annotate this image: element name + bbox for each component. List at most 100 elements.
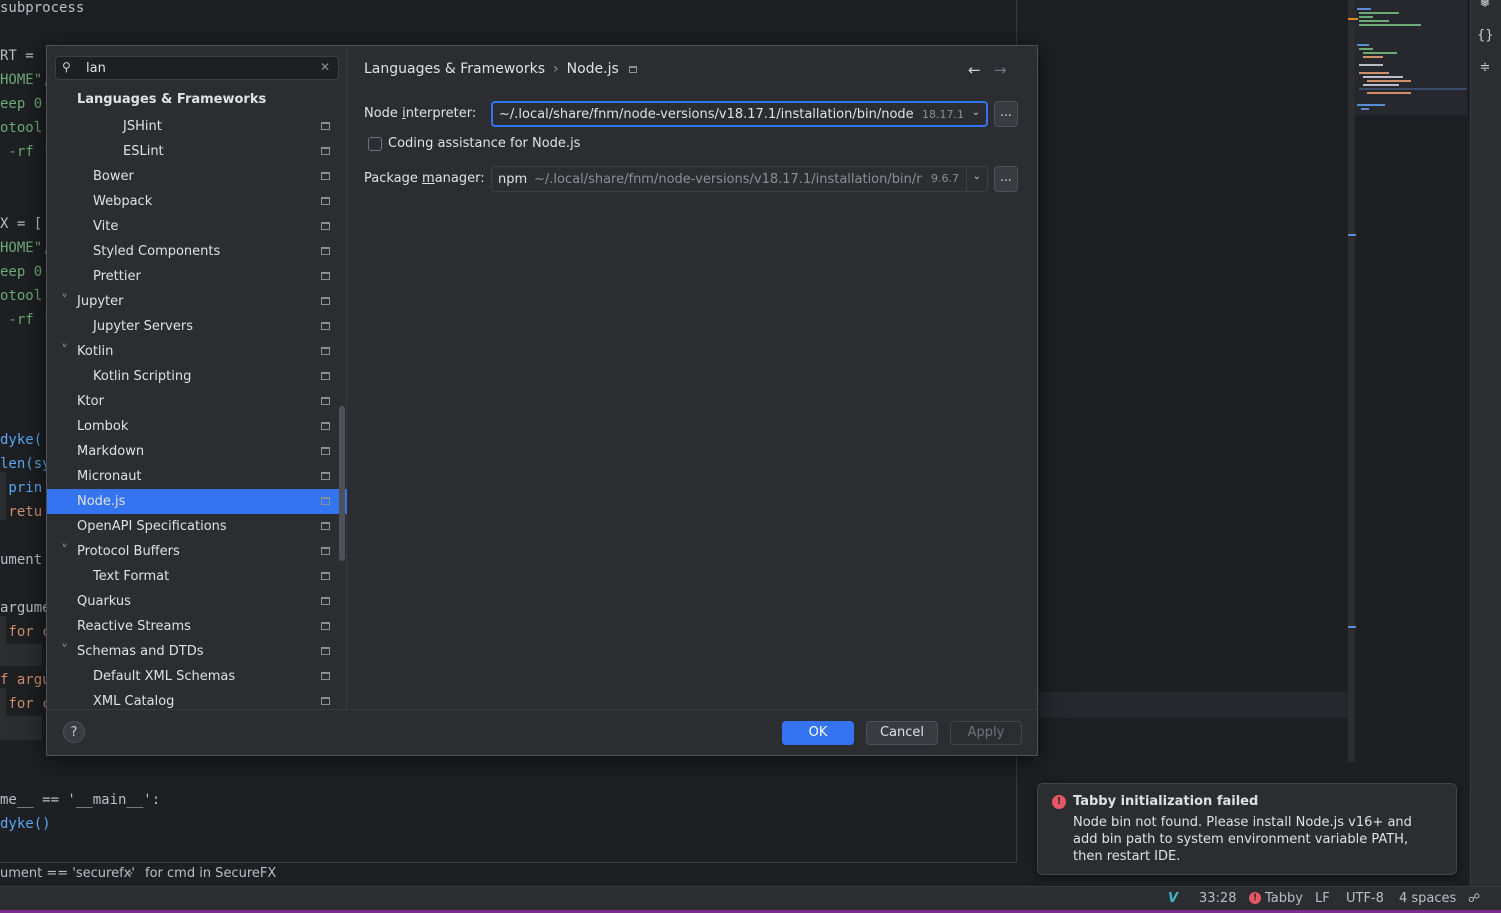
tree-item-label: Text Format bbox=[93, 569, 170, 584]
tree-item-quarkus[interactable]: Quarkus bbox=[47, 589, 347, 614]
code-line[interactable]: retu bbox=[0, 504, 42, 520]
help-button[interactable]: ? bbox=[63, 721, 85, 743]
clear-search-icon[interactable]: ✕ bbox=[320, 60, 330, 74]
tree-header[interactable]: Languages & Frameworks bbox=[77, 92, 266, 107]
tree-item-prettier[interactable]: Prettier bbox=[47, 264, 347, 289]
tree-item-reactive-streams[interactable]: Reactive Streams bbox=[47, 614, 347, 639]
project-scope-icon bbox=[321, 172, 330, 180]
settings-search[interactable]: ⚲ ✕ bbox=[55, 56, 339, 80]
indent-setting[interactable]: 4 spaces bbox=[1399, 891, 1456, 906]
file-encoding[interactable]: UTF-8 bbox=[1346, 891, 1384, 906]
code-line[interactable]: len(sy bbox=[0, 456, 51, 472]
lock-icon[interactable]: ☍ bbox=[1468, 891, 1480, 905]
forward-arrow-icon[interactable]: → bbox=[994, 61, 1007, 79]
tree-item-webpack[interactable]: Webpack bbox=[47, 189, 347, 214]
code-line[interactable]: eep 0 bbox=[0, 96, 42, 112]
tree-item-protocol-buffers[interactable]: ˅ Protocol Buffers bbox=[47, 539, 347, 564]
tree-item-markdown[interactable]: Markdown bbox=[47, 439, 347, 464]
tree-scrollbar[interactable] bbox=[339, 406, 345, 561]
package-manager-combo[interactable]: npm ~/.local/share/fnm/node-versions/v18… bbox=[491, 166, 988, 192]
coding-assistance-label[interactable]: Coding assistance for Node.js bbox=[388, 136, 580, 151]
project-scope-icon bbox=[321, 272, 330, 280]
cursor-position[interactable]: 33:28 bbox=[1199, 891, 1236, 906]
editor-scrollbar[interactable] bbox=[1348, 0, 1358, 762]
tree-item-kotlin-scripting[interactable]: Kotlin Scripting bbox=[47, 364, 347, 389]
package-manager-browse-button[interactable]: ... bbox=[994, 166, 1018, 192]
tree-item-eslint[interactable]: ESLint bbox=[47, 139, 347, 164]
chevron-down-icon[interactable]: ˅ bbox=[61, 639, 68, 664]
notification-body: Node bin not found. Please install Node.… bbox=[1073, 815, 1412, 864]
node-interpreter-combo[interactable]: ~/.local/share/fnm/node-versions/v18.17.… bbox=[491, 101, 988, 127]
tree-item-text-format[interactable]: Text Format bbox=[47, 564, 347, 589]
tree-item-styled-components[interactable]: Styled Components bbox=[47, 239, 347, 264]
tree-item-micronaut[interactable]: Micronaut bbox=[47, 464, 347, 489]
settings-tree-panel: ⚲ ✕ Languages & Frameworks JSHint ESLint B… bbox=[47, 46, 347, 709]
code-line[interactable]: -rf ' bbox=[0, 312, 50, 328]
tree-item-node-js[interactable]: Node.js bbox=[47, 489, 347, 514]
tree-item-jshint[interactable]: JSHint bbox=[47, 114, 347, 139]
tree-item-jupyter[interactable]: ˅ Jupyter bbox=[47, 289, 347, 314]
code-line[interactable]: prin bbox=[0, 480, 42, 496]
settings-search-input[interactable] bbox=[86, 59, 306, 77]
apply-button[interactable]: Apply bbox=[950, 721, 1022, 745]
crumb-separator: › bbox=[553, 61, 559, 77]
project-scope-icon bbox=[321, 622, 330, 630]
profiler-icon[interactable]: ≑ bbox=[1477, 60, 1493, 76]
chevron-down-icon[interactable]: ˅ bbox=[61, 539, 68, 564]
error-icon: ! bbox=[1052, 795, 1066, 809]
code-line[interactable]: subprocess bbox=[0, 0, 84, 16]
ai-assistant-icon[interactable]: ❅ bbox=[1477, 0, 1493, 12]
code-line[interactable]: eep 0 bbox=[0, 264, 42, 280]
coding-assistance-checkbox[interactable] bbox=[368, 137, 382, 151]
line-separator[interactable]: LF bbox=[1315, 891, 1330, 906]
tree-item-jupyter-servers[interactable]: Jupyter Servers bbox=[47, 314, 347, 339]
code-line[interactable]: for c bbox=[0, 624, 50, 640]
tree-item-ktor[interactable]: Ktor bbox=[47, 389, 347, 414]
minimap[interactable] bbox=[1355, 0, 1467, 115]
tabby-status[interactable]: Tabby bbox=[1265, 891, 1303, 906]
chevron-down-icon[interactable]: ˅ bbox=[61, 339, 68, 364]
code-line[interactable]: for c bbox=[0, 696, 50, 712]
vim-icon[interactable]: V bbox=[1168, 891, 1178, 906]
code-line[interactable]: HOME", bbox=[0, 72, 51, 88]
package-manager-name: npm bbox=[498, 172, 528, 187]
breadcrumb-item[interactable]: ument == 'securefx' bbox=[0, 866, 135, 881]
code-line[interactable]: otool bbox=[0, 288, 42, 304]
error-notification[interactable]: ! Tabby initialization failed Node bin n… bbox=[1037, 783, 1457, 875]
ok-button[interactable]: OK bbox=[782, 721, 854, 745]
cancel-button[interactable]: Cancel bbox=[866, 721, 938, 745]
tree-item-bower[interactable]: Bower bbox=[47, 164, 347, 189]
project-scope-icon bbox=[321, 322, 330, 330]
code-line[interactable]: HOME", bbox=[0, 240, 51, 256]
settings-breadcrumb: Languages & Frameworks › Node.js bbox=[364, 61, 637, 77]
code-line[interactable]: X = [ bbox=[0, 216, 42, 232]
tree-item-lombok[interactable]: Lombok bbox=[47, 414, 347, 439]
code-line[interactable]: me__ == '__main__': bbox=[0, 792, 160, 808]
tree-item-vite[interactable]: Vite bbox=[47, 214, 347, 239]
tree-item-kotlin[interactable]: ˅ Kotlin bbox=[47, 339, 347, 364]
breadcrumb-item[interactable]: for cmd in SecureFX bbox=[145, 866, 276, 881]
braces-icon[interactable]: {} bbox=[1477, 28, 1494, 44]
crumb-parent[interactable]: Languages & Frameworks bbox=[364, 61, 545, 77]
node-interpreter-browse-button[interactable]: ... bbox=[994, 101, 1018, 127]
code-line[interactable]: f argu bbox=[0, 672, 51, 688]
code-line[interactable]: ument bbox=[0, 552, 42, 568]
code-line[interactable]: RT = bbox=[0, 48, 34, 64]
settings-content: Languages & Frameworks › Node.js ← → Node … bbox=[348, 46, 1037, 709]
tree-item-label: Kotlin Scripting bbox=[93, 369, 192, 384]
current-line-highlight bbox=[1038, 692, 1348, 718]
project-scope-icon bbox=[321, 497, 330, 505]
chevron-down-icon[interactable]: ˅ bbox=[61, 289, 68, 314]
tree-item-default-xml-schemas[interactable]: Default XML Schemas bbox=[47, 664, 347, 689]
code-line[interactable]: argume bbox=[0, 600, 51, 616]
back-arrow-icon[interactable]: ← bbox=[968, 61, 981, 79]
chevron-down-icon: ⌄ bbox=[972, 171, 981, 182]
tree-item-schemas-and-dtds[interactable]: ˅ Schemas and DTDs bbox=[47, 639, 347, 664]
code-line[interactable]: dyke() bbox=[0, 816, 51, 832]
code-line[interactable]: otool bbox=[0, 120, 42, 136]
code-line[interactable]: -rf ' bbox=[0, 144, 50, 160]
tree-item-openapi-specifications[interactable]: OpenAPI Specifications bbox=[47, 514, 347, 539]
code-line[interactable]: dyke( bbox=[0, 432, 42, 448]
tree-item-label: OpenAPI Specifications bbox=[77, 519, 227, 534]
project-scope-icon bbox=[321, 147, 330, 155]
